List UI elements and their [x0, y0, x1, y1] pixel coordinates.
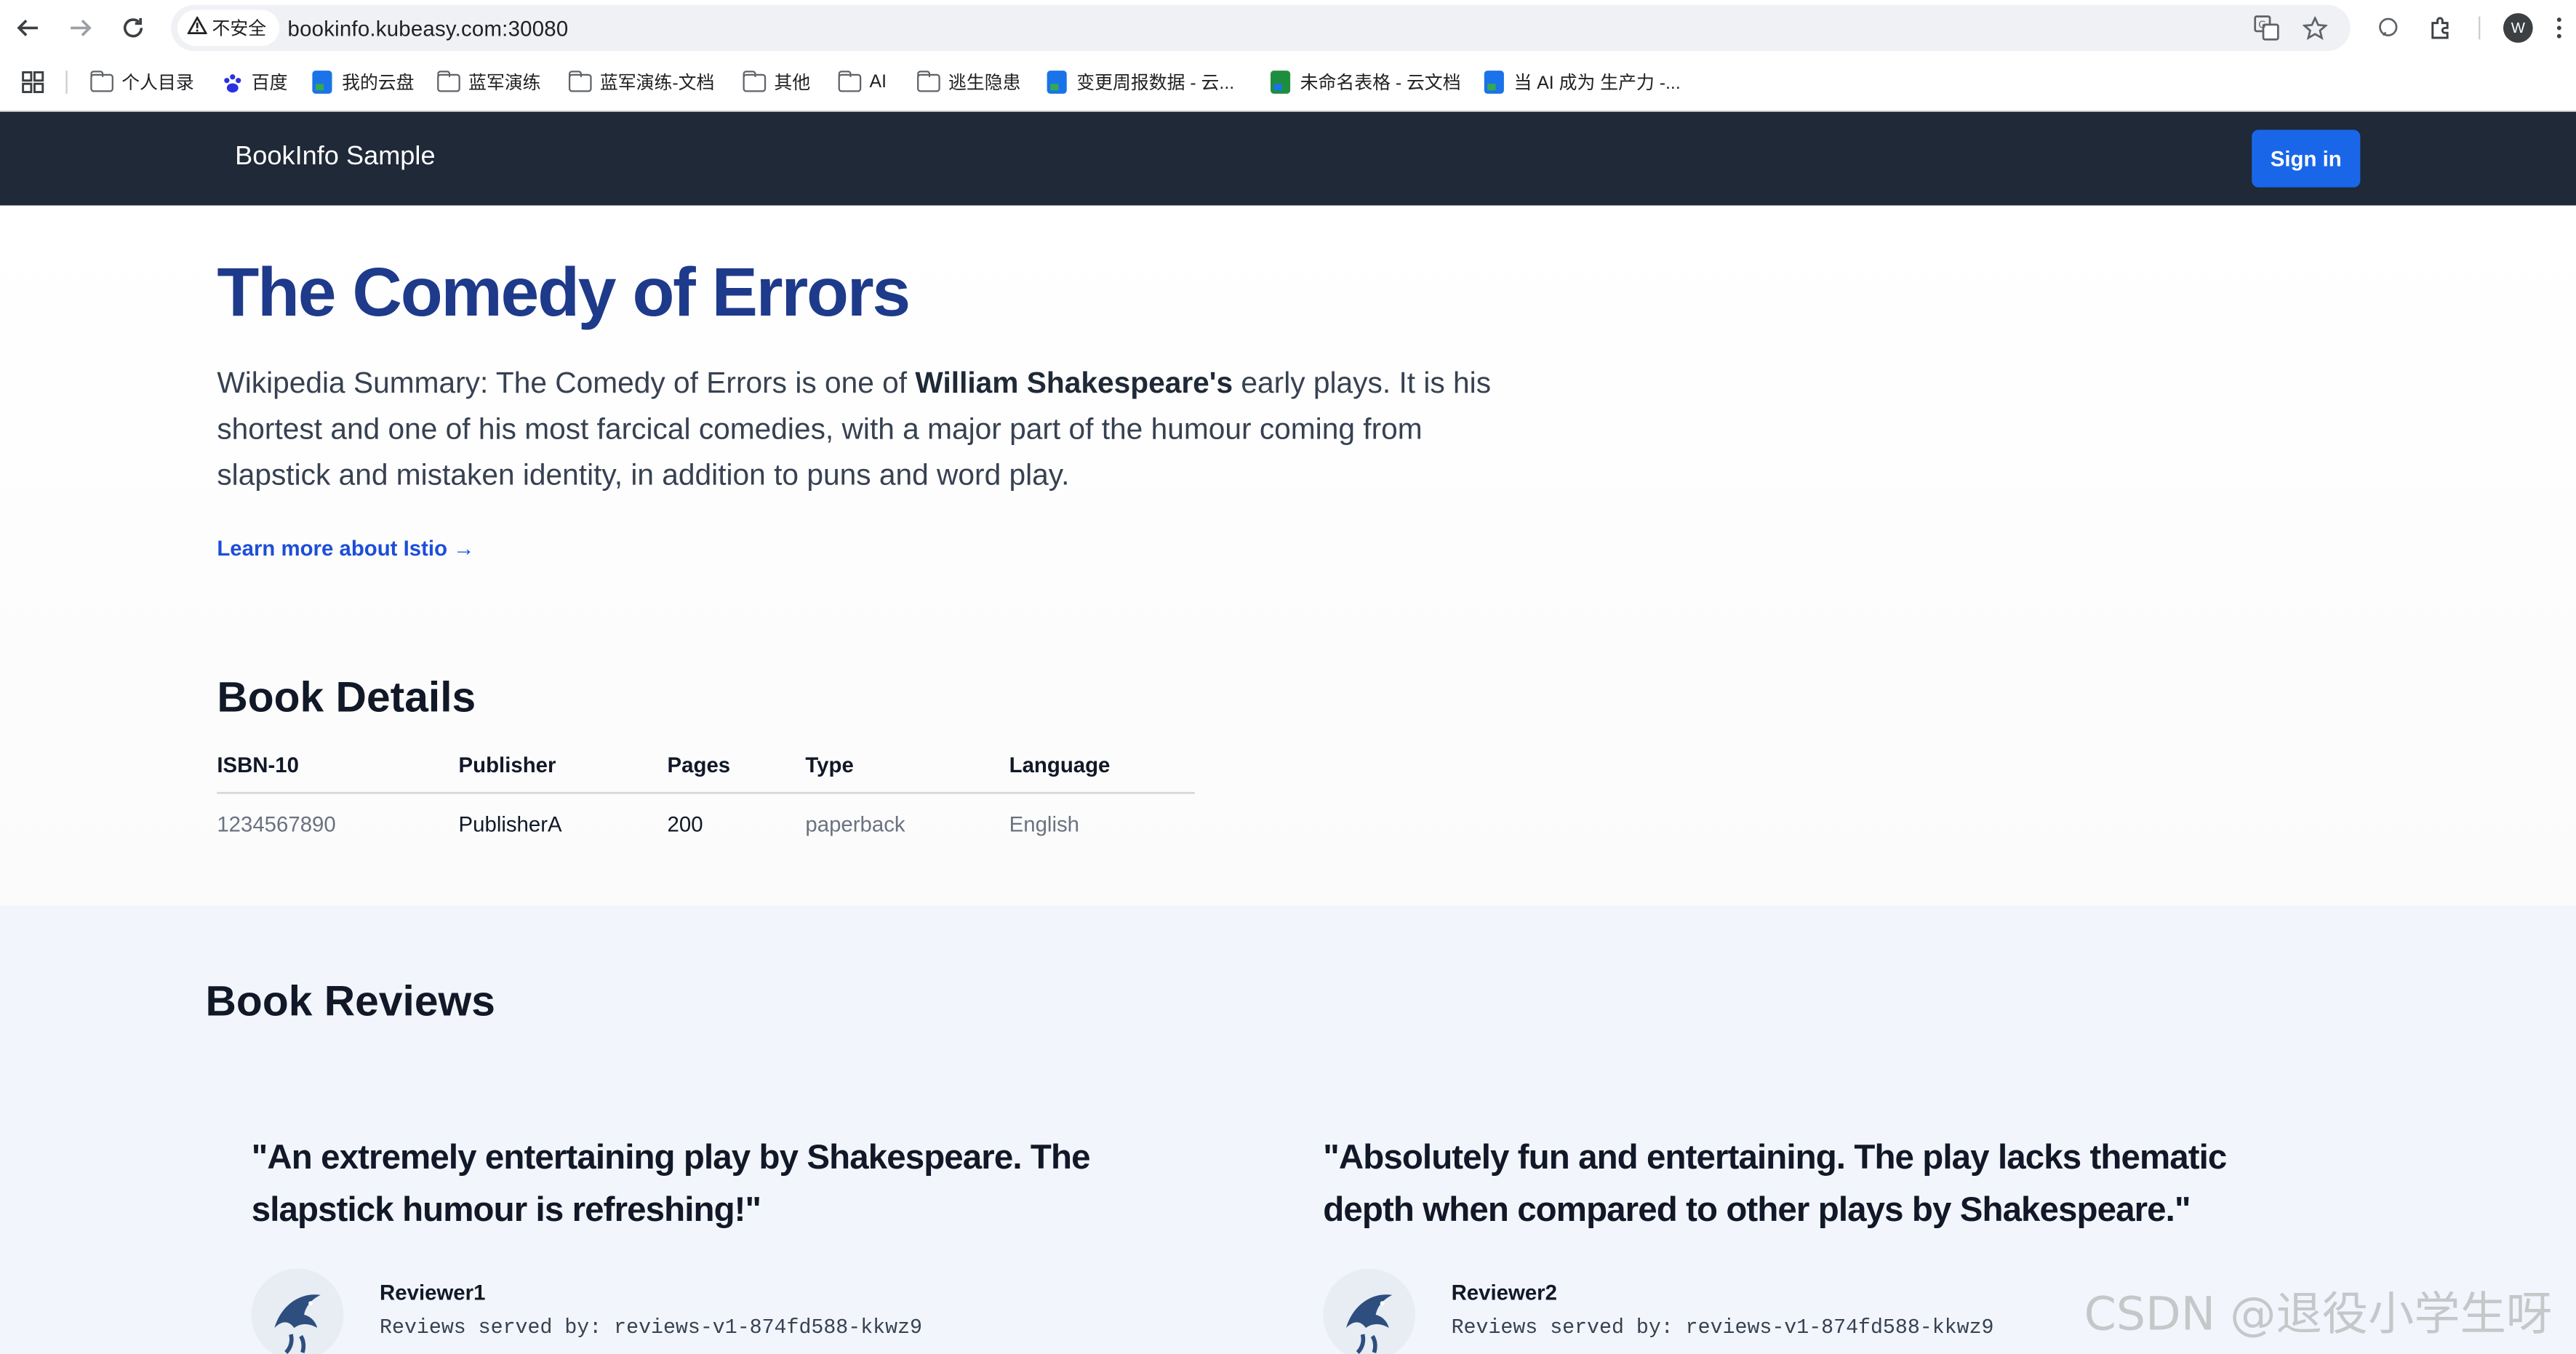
folder-icon [437, 70, 460, 94]
profile-avatar[interactable]: W [2503, 13, 2533, 43]
summary-prefix: Wikipedia Summary: The Comedy of Errors … [217, 366, 916, 400]
toolbar-separator [2479, 16, 2481, 40]
folder-icon [917, 70, 940, 94]
column-header: Publisher [458, 740, 668, 793]
bookmark-item[interactable]: 我的云盘 [311, 69, 415, 95]
bookmarks-bar: 个人目录 百度 我的云盘 蓝军演练 蓝军演练-文档 其他 AI 逃生隐患 变更周… [0, 55, 2576, 112]
table-row: 1234567890 PublisherA 200 paperback Engl… [217, 792, 1195, 849]
dolphin-icon [251, 1268, 344, 1354]
review-text: "An extremely entertaining play by Shake… [251, 1139, 1091, 1230]
browser-toolbar: 不安全 bookinfo.kubeasy.com:30080 G W [0, 0, 2576, 56]
review-card: "An extremely entertaining play by Shake… [251, 1132, 1238, 1354]
warning-icon [186, 15, 208, 40]
column-header: ISBN-10 [217, 740, 459, 793]
table-header-row: ISBN-10 Publisher Pages Type Language [217, 740, 1196, 793]
cloud-doc-icon [311, 71, 334, 94]
brand-link[interactable]: BookInfo Sample [235, 143, 435, 173]
bookmark-item[interactable]: 其他 [743, 69, 810, 95]
folder-icon [743, 70, 767, 94]
isbn-cell: 1234567890 [217, 812, 336, 837]
bookmarks-separator [65, 71, 68, 94]
type-cell: paperback [805, 812, 905, 837]
reviewer-row: Reviewer1 Reviews served by: reviews-v1-… [251, 1268, 1238, 1354]
bookmark-item[interactable]: 未命名表格 - 云文档 [1269, 69, 1461, 95]
column-header: Pages [667, 740, 806, 793]
book-summary: Wikipedia Summary: The Comedy of Errors … [217, 360, 1532, 498]
reviewer-name: Reviewer2 [1451, 1280, 1557, 1305]
bookmark-item[interactable]: 变更周报数据 - 云... [1045, 69, 1234, 95]
sheet-doc-icon [1269, 71, 1292, 94]
learn-more-link[interactable]: Learn more about Istio → [217, 536, 474, 561]
dolphin-icon [1323, 1268, 1415, 1354]
column-header: Language [1009, 740, 1196, 793]
book-details-heading: Book Details [217, 672, 476, 722]
review-text: "Absolutely fun and entertaining. The pl… [1323, 1139, 2227, 1230]
chat-icon[interactable] [2370, 10, 2407, 47]
apps-grid-icon[interactable] [21, 69, 44, 95]
bookmark-item[interactable]: 当 AI 成为 生产力 -... [1483, 69, 1681, 95]
url-text[interactable]: bookinfo.kubeasy.com:30080 [288, 17, 569, 41]
address-bar[interactable]: 不安全 bookinfo.kubeasy.com:30080 G [171, 4, 2351, 52]
reviewer-avatar [1323, 1268, 1415, 1354]
product-section: The Comedy of Errors Wikipedia Summary: … [0, 205, 2576, 906]
bookmark-star-icon[interactable] [2300, 13, 2329, 43]
publisher-cell: PublisherA [458, 812, 562, 837]
reviewer-name: Reviewer1 [380, 1280, 486, 1305]
back-icon[interactable] [10, 10, 47, 47]
served-by-text: Reviews served by: reviews-v1-874fd588-k… [380, 1316, 923, 1339]
folder-icon [838, 70, 862, 94]
bookmark-item[interactable]: 百度 [220, 69, 288, 95]
served-by-text: Reviews served by: reviews-v1-874fd588-k… [1451, 1316, 1994, 1339]
column-header: Type [805, 740, 1009, 793]
extensions-icon[interactable] [2423, 10, 2459, 47]
reviewer-avatar [251, 1268, 344, 1354]
app-navbar: BookInfo Sample Sign in [0, 111, 2576, 206]
page-title: The Comedy of Errors [217, 253, 911, 331]
reload-icon[interactable] [115, 10, 151, 47]
menu-kebab-icon[interactable] [2548, 10, 2571, 47]
browser-window: 不安全 bookinfo.kubeasy.com:30080 G W 个人目录 … [0, 0, 2576, 1354]
summary-author: William Shakespeare's [915, 366, 1233, 400]
cloud-doc-icon [1045, 71, 1068, 94]
sign-in-button[interactable]: Sign in [2252, 129, 2361, 188]
baidu-icon [220, 71, 244, 94]
book-details-table: ISBN-10 Publisher Pages Type Language 12… [217, 740, 1196, 849]
folder-icon [568, 70, 592, 94]
bookmark-item[interactable]: 个人目录 [90, 69, 194, 95]
security-chip[interactable]: 不安全 [177, 9, 280, 47]
language-cell: English [1009, 812, 1080, 837]
pages-cell: 200 [667, 812, 703, 837]
bookmark-item[interactable]: 蓝军演练 [437, 69, 541, 95]
svg-text:G: G [2258, 19, 2266, 31]
book-reviews-heading: Book Reviews [205, 976, 495, 1026]
bookmark-item[interactable]: 逃生隐患 [917, 69, 1020, 95]
bookmark-item[interactable]: 蓝军演练-文档 [568, 69, 714, 95]
bookmark-item[interactable]: AI [838, 69, 887, 95]
translate-icon[interactable]: G [2252, 13, 2281, 43]
forward-icon[interactable] [63, 10, 99, 47]
cloud-doc-icon [1483, 71, 1506, 94]
watermark-text: CSDN @退役小学生呀 [2084, 1286, 2553, 1342]
security-label: 不安全 [212, 20, 267, 40]
folder-icon [90, 70, 113, 94]
